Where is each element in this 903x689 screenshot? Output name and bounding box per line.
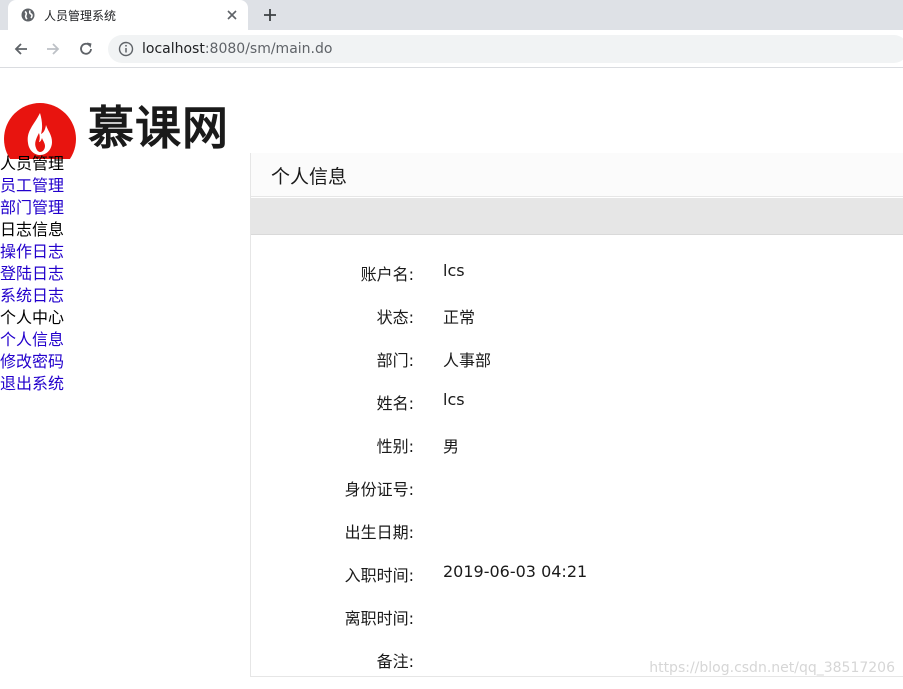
- logo-text: 慕课网: [88, 101, 229, 155]
- field-label: 入职时间:: [344, 566, 414, 585]
- field-label: 备注:: [376, 652, 414, 671]
- info-icon[interactable]: [118, 41, 134, 57]
- field-label: 部门:: [376, 351, 414, 370]
- url-text[interactable]: localhost:8080/sm/main.do: [142, 41, 332, 57]
- field-label: 状态:: [376, 308, 414, 327]
- sidebar-item-login-log[interactable]: 登陆日志: [0, 263, 250, 285]
- sidebar-item-system-log[interactable]: 系统日志: [0, 285, 250, 307]
- reload-icon[interactable]: [77, 40, 95, 58]
- field-label: 姓名:: [376, 394, 414, 413]
- plus-icon[interactable]: [261, 6, 279, 24]
- panel-header: 个人信息: [251, 153, 903, 197]
- sidebar-item-logout[interactable]: 退出系统: [0, 373, 250, 395]
- forward-arrow-icon[interactable]: [44, 40, 62, 58]
- url-host: localhost: [142, 41, 205, 57]
- url-path: :8080/sm/main.do: [204, 41, 333, 57]
- info-row: 姓名: lcs: [251, 390, 903, 414]
- field-value: 正常: [443, 308, 476, 327]
- info-row: 身份证号:: [251, 476, 903, 500]
- sidebar-section-personal: 个人中心: [0, 308, 65, 327]
- watermark: https://blog.csdn.net/qq_38517206: [649, 660, 895, 676]
- sidebar-nav: 人员管理 员工管理 部门管理 日志信息 操作日志 登陆日志 系统日志 个人中心 …: [0, 153, 250, 395]
- field-label: 身份证号:: [344, 480, 414, 499]
- info-row: 部门: 人事部: [251, 347, 903, 371]
- browser-tab[interactable]: 人员管理系统: [8, 0, 248, 30]
- browser-toolbar: localhost:8080/sm/main.do: [0, 30, 903, 68]
- globe-icon: [21, 8, 35, 22]
- field-value: 2019-06-03 04:21: [443, 562, 588, 581]
- tab-title: 人员管理系统: [44, 9, 117, 23]
- field-label: 出生日期:: [344, 523, 414, 542]
- field-label: 离职时间:: [344, 609, 414, 628]
- address-bar[interactable]: localhost:8080/sm/main.do: [108, 35, 903, 63]
- field-value: 人事部: [443, 351, 492, 370]
- field-label: 性别:: [376, 437, 414, 456]
- panel-toolbar: [251, 198, 903, 235]
- info-row: 出生日期:: [251, 519, 903, 543]
- sidebar-item-staff[interactable]: 员工管理: [0, 175, 250, 197]
- field-value: lcs: [443, 390, 465, 409]
- sidebar-item-department[interactable]: 部门管理: [0, 197, 250, 219]
- info-row: 状态: 正常: [251, 304, 903, 328]
- panel-title: 个人信息: [271, 166, 348, 188]
- info-row: 账户名: lcs: [251, 261, 903, 285]
- field-value: lcs: [443, 261, 465, 280]
- sidebar-item-change-password[interactable]: 修改密码: [0, 351, 250, 373]
- info-row: 离职时间:: [251, 605, 903, 629]
- back-arrow-icon[interactable]: [12, 40, 30, 58]
- profile-panel: 个人信息 账户名: lcs 状态: 正常 部门: 人事部 姓名: lcs 性别:…: [250, 153, 903, 677]
- field-label: 账户名:: [360, 265, 414, 284]
- field-value: 男: [443, 437, 460, 456]
- flame-icon: [4, 103, 76, 159]
- sidebar-section-logs: 日志信息: [0, 220, 65, 239]
- info-row: 性别: 男: [251, 433, 903, 457]
- site-logo: 慕课网: [4, 100, 254, 159]
- info-row: 入职时间: 2019-06-03 04:21: [251, 562, 903, 586]
- browser-tabstrip: 人员管理系统: [0, 0, 903, 30]
- sidebar-section-personnel: 人员管理: [0, 154, 65, 173]
- sidebar-item-operation-log[interactable]: 操作日志: [0, 241, 250, 263]
- sidebar-item-profile[interactable]: 个人信息: [0, 329, 250, 351]
- close-icon[interactable]: [224, 7, 240, 23]
